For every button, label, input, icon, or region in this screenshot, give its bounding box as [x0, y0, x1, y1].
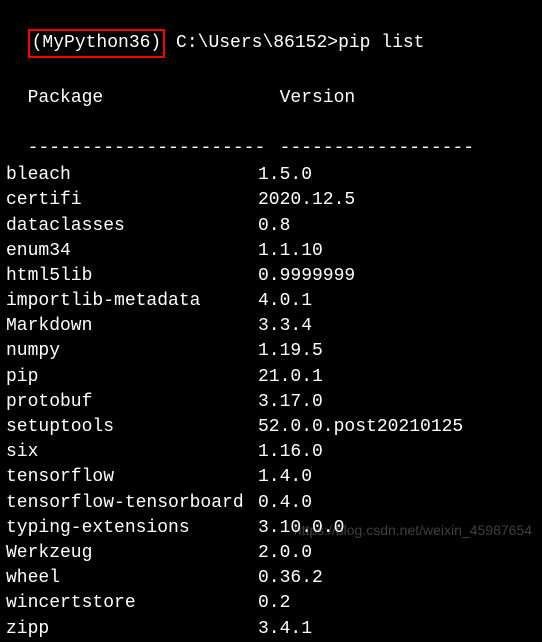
package-version: 3.3.4 — [258, 314, 312, 339]
table-row: zipp3.4.1 — [6, 617, 536, 642]
table-row: importlib-metadata4.0.1 — [6, 289, 536, 314]
package-name: typing-extensions — [6, 516, 258, 541]
package-version: 0.9999999 — [258, 264, 355, 289]
package-name: numpy — [6, 339, 258, 364]
package-list: bleach1.5.0certifi2020.12.5dataclasses0.… — [6, 163, 536, 642]
package-name: Markdown — [6, 314, 258, 339]
package-version: 0.4.0 — [258, 491, 312, 516]
package-name: tensorflow-tensorboard — [6, 491, 258, 516]
package-version: 2020.12.5 — [258, 188, 355, 213]
table-row: tensorflow-tensorboard0.4.0 — [6, 491, 536, 516]
package-name: six — [6, 440, 258, 465]
package-name: tensorflow — [6, 465, 258, 490]
package-name: enum34 — [6, 239, 258, 264]
virtualenv-name: (MyPython36) — [28, 29, 166, 58]
sep-col1: ---------------------- — [28, 136, 280, 161]
package-name: wincertstore — [6, 591, 258, 616]
table-headers: PackageVersion — [6, 60, 536, 110]
table-row: setuptools52.0.0.post20210125 — [6, 415, 536, 440]
package-name: setuptools — [6, 415, 258, 440]
package-name: Werkzeug — [6, 541, 258, 566]
table-row: tensorflow1.4.0 — [6, 465, 536, 490]
package-version: 52.0.0.post20210125 — [258, 415, 463, 440]
package-version: 21.0.1 — [258, 365, 323, 390]
package-name: dataclasses — [6, 214, 258, 239]
table-row: typing-extensions3.10.0.0 — [6, 516, 536, 541]
package-version: 1.5.0 — [258, 163, 312, 188]
package-version: 0.8 — [258, 214, 290, 239]
package-version: 1.1.10 — [258, 239, 323, 264]
package-version: 0.2 — [258, 591, 290, 616]
header-separator: ---------------------------------------- — [6, 111, 536, 161]
terminal-prompt-line: (MyPython36) C:\Users\86152>pip list — [6, 4, 536, 58]
package-version: 1.19.5 — [258, 339, 323, 364]
table-row: dataclasses0.8 — [6, 214, 536, 239]
table-row: wheel0.36.2 — [6, 566, 536, 591]
package-version: 1.16.0 — [258, 440, 323, 465]
package-version: 1.4.0 — [258, 465, 312, 490]
package-version: 0.36.2 — [258, 566, 323, 591]
package-name: bleach — [6, 163, 258, 188]
table-row: protobuf3.17.0 — [6, 390, 536, 415]
table-row: Werkzeug2.0.0 — [6, 541, 536, 566]
package-name: wheel — [6, 566, 258, 591]
package-name: pip — [6, 365, 258, 390]
prompt-path: C:\Users\86152> — [165, 33, 338, 53]
table-row: bleach1.5.0 — [6, 163, 536, 188]
table-row: pip21.0.1 — [6, 365, 536, 390]
package-version: 2.0.0 — [258, 541, 312, 566]
header-package: Package — [28, 86, 280, 111]
package-version: 3.10.0.0 — [258, 516, 344, 541]
package-version: 3.17.0 — [258, 390, 323, 415]
package-name: importlib-metadata — [6, 289, 258, 314]
table-row: html5lib0.9999999 — [6, 264, 536, 289]
package-name: certifi — [6, 188, 258, 213]
table-row: wincertstore0.2 — [6, 591, 536, 616]
table-row: certifi2020.12.5 — [6, 188, 536, 213]
package-name: html5lib — [6, 264, 258, 289]
package-name: zipp — [6, 617, 258, 642]
table-row: Markdown3.3.4 — [6, 314, 536, 339]
table-row: six1.16.0 — [6, 440, 536, 465]
command-text[interactable]: pip list — [338, 33, 424, 53]
package-version: 4.0.1 — [258, 289, 312, 314]
package-name: protobuf — [6, 390, 258, 415]
sep-col2: ------------------ — [280, 136, 474, 161]
package-version: 3.4.1 — [258, 617, 312, 642]
header-version: Version — [280, 86, 356, 111]
table-row: numpy1.19.5 — [6, 339, 536, 364]
table-row: enum341.1.10 — [6, 239, 536, 264]
